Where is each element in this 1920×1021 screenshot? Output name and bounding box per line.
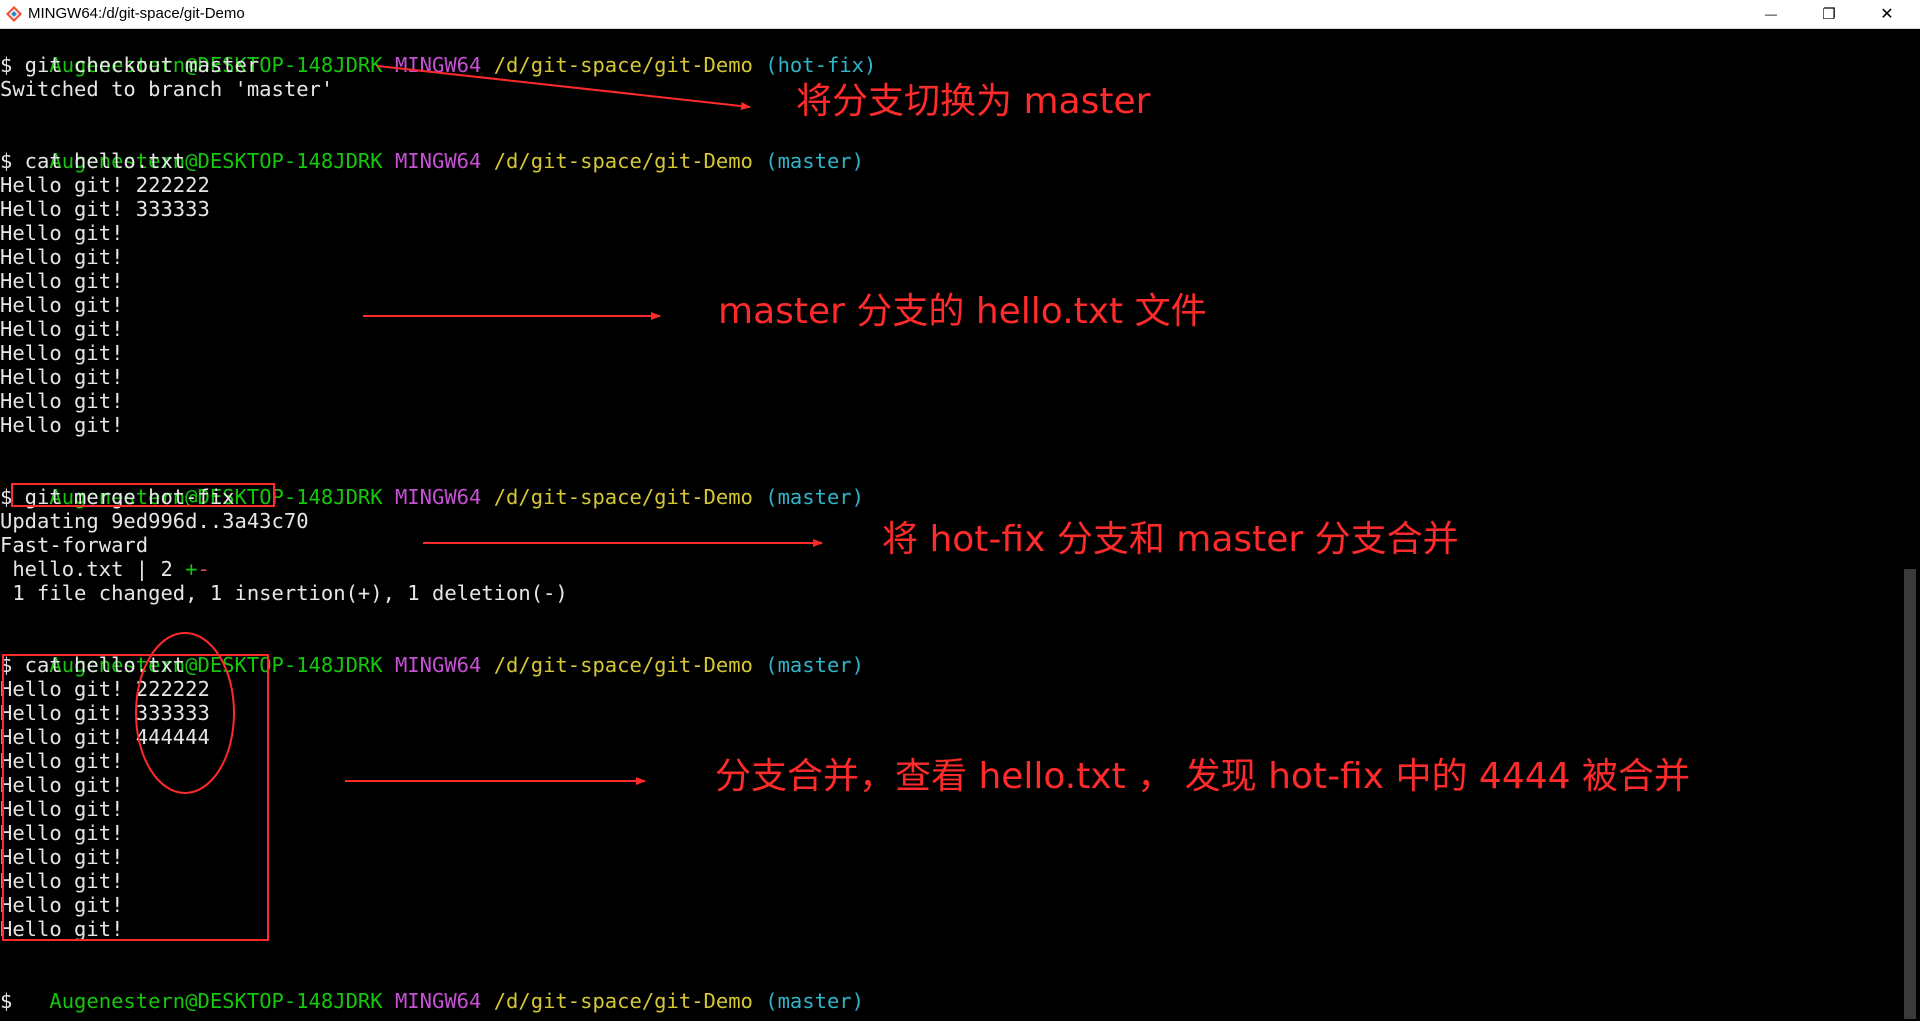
minimize-icon: — xyxy=(1765,7,1777,21)
output-line: Hello git! xyxy=(0,845,124,869)
annotation-switch-branch: 将分支切换为 master xyxy=(796,81,1151,122)
diffstat-text: hello.txt | 2 xyxy=(0,557,186,581)
output-line: Hello git! 222222 xyxy=(0,677,210,701)
output-line: Hello git! xyxy=(0,413,124,437)
prompt-system: MINGW64 xyxy=(394,53,482,77)
output-line: Hello git! xyxy=(0,269,124,293)
output-line: Hello git! xyxy=(0,245,124,269)
prompt-branch: (hot-fix) xyxy=(765,53,877,77)
output-line: Hello git! 222222 xyxy=(0,173,210,197)
diffstat-line: hello.txt | 2 +- xyxy=(0,557,210,581)
output-line: Hello git! xyxy=(0,869,124,893)
prompt-line: Augenestern@DESKTOP-148JDRK MINGW64 /d/g… xyxy=(0,29,876,77)
title-bar: MINGW64:/d/git-space/git-Demo — ❐ ✕ xyxy=(0,0,1920,29)
prompt-branch: (master) xyxy=(765,989,864,1013)
diffstat-plus: + xyxy=(185,557,198,581)
output-line: Hello git! xyxy=(0,389,124,413)
prompt-system: MINGW64 xyxy=(394,989,482,1013)
restore-icon: ❐ xyxy=(1822,6,1836,23)
prompt-path: /d/git-space/git-Demo xyxy=(493,653,753,677)
prompt-branch: (master) xyxy=(765,149,864,173)
prompt-system: MINGW64 xyxy=(394,485,482,509)
prompt-path: /d/git-space/git-Demo xyxy=(493,989,753,1013)
output-line: Hello git! xyxy=(0,221,124,245)
vertical-scrollbar[interactable] xyxy=(1900,29,1920,1021)
output-line: Fast-forward xyxy=(0,533,149,557)
output-line: Updating 9ed996d..3a43c70 xyxy=(0,509,309,533)
prompt-line: Augenestern@DESKTOP-148JDRK MINGW64 /d/g… xyxy=(0,965,864,1013)
command-checkout: $ git checkout master xyxy=(0,53,260,77)
output-line: Hello git! xyxy=(0,917,124,941)
prompt-path: /d/git-space/git-Demo xyxy=(493,149,753,173)
output-line: 1 file changed, 1 insertion(+), 1 deleti… xyxy=(0,581,568,605)
prompt-path: /d/git-space/git-Demo xyxy=(493,485,753,509)
command-cat: $ cat hello.txt xyxy=(0,149,186,173)
prompt-system: MINGW64 xyxy=(394,149,482,173)
output-line: Hello git! xyxy=(0,821,124,845)
prompt-line: Augenestern@DESKTOP-148JDRK MINGW64 /d/g… xyxy=(0,461,864,509)
prompt-line: Augenestern@DESKTOP-148JDRK MINGW64 /d/g… xyxy=(0,125,864,173)
prompt-path: /d/git-space/git-Demo xyxy=(493,53,753,77)
restore-button[interactable]: ❐ xyxy=(1806,0,1852,28)
output-line: Hello git! 333333 xyxy=(0,701,210,725)
output-line: Hello git! 333333 xyxy=(0,197,210,221)
annotation-merged-result: 分支合并，查看 hello.txt ， 发现 hot-fix 中的 4444 被… xyxy=(715,756,1690,797)
minimize-button[interactable]: — xyxy=(1748,0,1794,28)
command-merge: $ git merge hot-fix xyxy=(0,485,235,509)
prompt-line: Augenestern@DESKTOP-148JDRK MINGW64 /d/g… xyxy=(0,629,864,677)
output-line: Hello git! xyxy=(0,293,124,317)
close-button[interactable]: ✕ xyxy=(1864,0,1910,28)
output-line: Hello git! xyxy=(0,317,124,341)
output-line: Hello git! xyxy=(0,773,124,797)
output-line: Switched to branch 'master' xyxy=(0,77,334,101)
output-line: Hello git! xyxy=(0,365,124,389)
output-line: Hello git! xyxy=(0,893,124,917)
command-input-line[interactable]: $ xyxy=(0,989,12,1013)
command-cat: $ cat hello.txt xyxy=(0,653,186,677)
window-title: MINGW64:/d/git-space/git-Demo xyxy=(28,5,245,22)
annotation-master-file: master 分支的 hello.txt 文件 xyxy=(718,291,1207,332)
output-line: Hello git! xyxy=(0,797,124,821)
prompt-branch: (master) xyxy=(765,653,864,677)
close-icon: ✕ xyxy=(1880,6,1894,23)
scrollbar-thumb[interactable] xyxy=(1904,569,1916,1019)
output-line: Hello git! xyxy=(0,341,124,365)
diffstat-minus: - xyxy=(197,557,210,581)
output-line: Hello git! 444444 xyxy=(0,725,210,749)
prompt-system: MINGW64 xyxy=(394,653,482,677)
prompt-branch: (master) xyxy=(765,485,864,509)
git-bash-icon xyxy=(6,6,22,22)
output-line: Hello git! xyxy=(0,749,124,773)
annotation-merge: 将 hot-fix 分支和 master 分支合并 xyxy=(882,519,1459,560)
prompt-user: Augenestern@DESKTOP-148JDRK xyxy=(49,989,383,1013)
